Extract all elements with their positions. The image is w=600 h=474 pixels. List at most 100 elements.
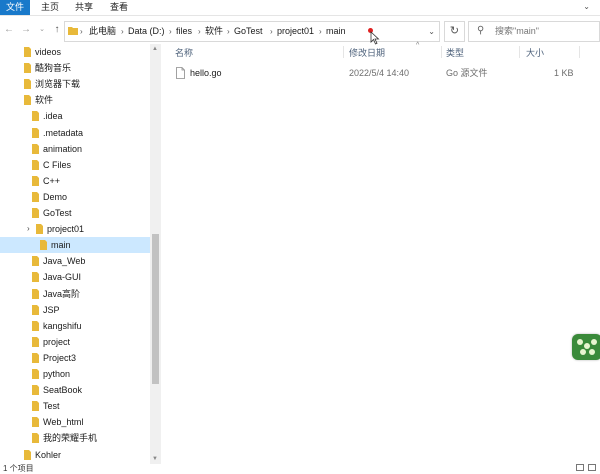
navigation-pane-scrollbar[interactable]: ▲ ▼: [150, 44, 161, 464]
nav-tree-item[interactable]: animation: [0, 141, 150, 157]
nav-tree-item-label: GoTest: [43, 208, 72, 218]
sort-chevron-icon: ^: [416, 42, 420, 49]
breadcrumb-separator[interactable]: ›: [319, 24, 322, 39]
breadcrumb-separator[interactable]: ›: [80, 24, 83, 39]
forward-arrow-icon[interactable]: →: [20, 23, 32, 37]
column-divider[interactable]: [343, 46, 344, 58]
column-header-name[interactable]: 名称: [175, 46, 193, 59]
breadcrumb-files[interactable]: files: [176, 24, 192, 39]
search-icon: ⚲: [477, 25, 485, 36]
nav-tree-item-label: project: [43, 336, 71, 347]
tab-home[interactable]: 主页: [38, 0, 62, 15]
nav-tree-item[interactable]: C Files: [0, 157, 150, 173]
folder-icon: [36, 224, 43, 235]
breadcrumb-separator[interactable]: ›: [227, 24, 230, 39]
folder-icon: [32, 304, 39, 315]
breadcrumb-data-drive[interactable]: Data (D:): [128, 24, 165, 39]
nav-tree-item[interactable]: project: [0, 334, 150, 350]
nav-tree-item-label: JSP: [43, 304, 60, 315]
flower-icon: [580, 349, 586, 355]
breadcrumb-software[interactable]: 软件: [205, 24, 223, 39]
column-divider[interactable]: [441, 46, 442, 58]
nav-tree-item[interactable]: Project3: [0, 350, 150, 366]
nav-tree-item[interactable]: › project01: [0, 221, 150, 237]
nav-tree-item[interactable]: Kohler: [0, 447, 150, 463]
nav-tree-item[interactable]: Java-GUI: [0, 269, 150, 285]
scroll-down-icon[interactable]: ▼: [152, 456, 158, 462]
scrollbar-thumb[interactable]: [152, 234, 159, 384]
nav-tree-item-label: SeatBook: [43, 385, 83, 396]
nav-tree-item[interactable]: SeatBook: [0, 382, 150, 398]
folder-icon: [32, 143, 39, 154]
item-count: 1 个项目: [3, 464, 34, 473]
breadcrumb-separator[interactable]: ›: [121, 24, 124, 39]
expand-chevron-icon[interactable]: ›: [27, 221, 30, 237]
column-header-date[interactable]: 修改日期: [349, 46, 385, 59]
nav-tree-item[interactable]: kangshifu: [0, 318, 150, 334]
folder-icon: [68, 27, 78, 35]
breadcrumb-separator[interactable]: ›: [169, 24, 172, 39]
column-header-type[interactable]: 类型: [446, 46, 464, 59]
column-header-size[interactable]: 大小: [526, 46, 544, 59]
nav-tree-item[interactable]: videos: [0, 44, 150, 60]
folder-icon: [32, 288, 39, 299]
nav-tree-item-label: Java高阶: [43, 288, 81, 299]
nav-tree-item[interactable]: JSP: [0, 302, 150, 318]
nav-tree-item-label: C Files: [43, 159, 72, 170]
column-divider[interactable]: [519, 46, 520, 58]
ribbon: 文件 主页 共享 查看 ⌄: [0, 0, 600, 16]
refresh-icon[interactable]: ↻: [444, 21, 465, 42]
recent-locations-chevron-icon[interactable]: ⌄: [36, 23, 48, 37]
nav-tree-item-label: Demo: [43, 191, 68, 202]
folder-icon: [32, 320, 39, 331]
up-arrow-icon[interactable]: ↑: [51, 23, 63, 37]
details-view-icon[interactable]: [576, 464, 584, 471]
file-size: 1 KB: [554, 68, 574, 78]
tab-share[interactable]: 共享: [72, 0, 96, 15]
breadcrumb-separator[interactable]: ›: [198, 24, 201, 39]
nav-tree-item[interactable]: .metadata: [0, 125, 150, 141]
floating-widget[interactable]: [572, 334, 600, 360]
nav-tree-item[interactable]: Test: [0, 398, 150, 414]
breadcrumb-separator[interactable]: ›: [270, 24, 273, 39]
nav-tree-item[interactable]: 浏览器下载: [0, 76, 150, 92]
search-box[interactable]: ⚲: [468, 21, 600, 42]
folder-icon: [32, 433, 39, 444]
nav-tree-item[interactable]: main: [0, 237, 150, 254]
nav-tree-item[interactable]: .idea: [0, 108, 150, 124]
nav-tree-item[interactable]: Java高阶: [0, 286, 150, 302]
breadcrumb-main[interactable]: main: [326, 24, 346, 39]
tab-file[interactable]: 文件: [0, 0, 30, 15]
search-input[interactable]: [495, 24, 595, 38]
nav-tree-item[interactable]: GoTest: [0, 205, 150, 221]
scroll-up-icon[interactable]: ▲: [152, 46, 158, 52]
chevron-down-icon[interactable]: ⌄: [583, 2, 590, 11]
column-divider[interactable]: [579, 46, 580, 58]
nav-tree-item-label: Kohler: [35, 449, 62, 460]
breadcrumb-project01[interactable]: project01: [277, 24, 314, 39]
tab-view[interactable]: 查看: [107, 0, 131, 15]
nav-tree-item[interactable]: 我的荣耀手机: [0, 430, 150, 446]
mouse-pointer-icon: [370, 31, 380, 45]
breadcrumb-gotest[interactable]: GoTest: [234, 24, 263, 39]
address-bar[interactable]: › 此电脑 › Data (D:) › files › 软件 › GoTest …: [64, 21, 440, 45]
nav-tree-item-label: kangshifu: [43, 320, 82, 331]
nav-tree-item[interactable]: Web_html: [0, 414, 150, 430]
large-icons-view-icon[interactable]: [588, 464, 596, 471]
address-history-chevron-icon[interactable]: ⌄: [428, 24, 435, 39]
navigation-bar: ← → ⌄ ↑ › 此电脑 › Data (D:) › files › 软件 ›…: [0, 16, 600, 45]
nav-tree-item[interactable]: C++: [0, 173, 150, 189]
file-name[interactable]: hello.go: [190, 64, 222, 82]
nav-tree-item[interactable]: Demo: [0, 189, 150, 205]
back-arrow-icon[interactable]: ←: [3, 23, 15, 37]
file-row[interactable]: hello.go 2022/5/4 14:40 Go 源文件 1 KB: [162, 64, 580, 82]
nav-tree-item[interactable]: Java_Web: [0, 253, 150, 269]
nav-tree-item[interactable]: python: [0, 366, 150, 382]
folder-icon: [32, 401, 39, 412]
nav-tree-item-label: Test: [43, 401, 60, 412]
nav-tree-item[interactable]: 软件: [0, 92, 150, 108]
nav-tree-item[interactable]: 酷狗音乐: [0, 60, 150, 76]
breadcrumb-this-pc[interactable]: 此电脑: [89, 24, 116, 39]
nav-tree-item-label: Project3: [43, 352, 77, 363]
flower-icon: [584, 343, 590, 349]
